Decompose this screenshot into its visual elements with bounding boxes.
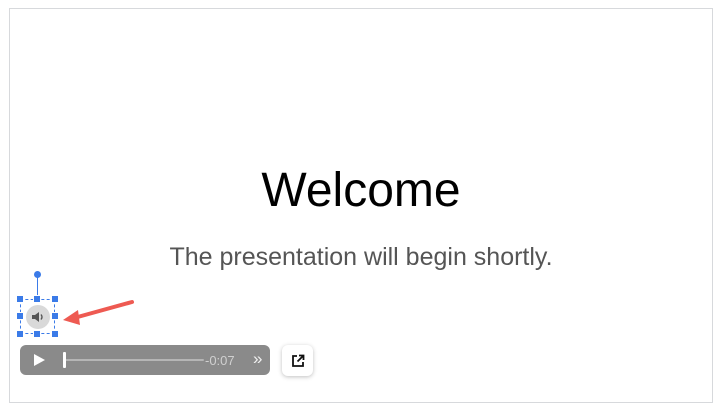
slide-canvas[interactable]: Welcome The presentation will begin shor…: [9, 8, 713, 403]
resize-handle-right[interactable]: [51, 312, 59, 320]
resize-handle-left[interactable]: [16, 312, 24, 320]
resize-handle-top-left[interactable]: [16, 295, 24, 303]
resize-handle-bottom[interactable]: [33, 330, 41, 338]
open-external-button[interactable]: [282, 345, 313, 376]
resize-handle-top[interactable]: [33, 295, 41, 303]
page: Welcome The presentation will begin shor…: [0, 0, 723, 413]
annotation-arrow-icon: [63, 300, 134, 325]
play-icon[interactable]: [34, 354, 45, 366]
slide-subtitle[interactable]: The presentation will begin shortly.: [10, 245, 712, 270]
fast-forward-icon[interactable]: »: [253, 350, 262, 367]
progress-track[interactable]: [64, 359, 204, 361]
open-external-icon: [291, 354, 304, 367]
audio-player: -0:07 »: [20, 345, 270, 375]
resize-handle-bottom-right[interactable]: [51, 330, 59, 338]
resize-handle-bottom-left[interactable]: [16, 330, 24, 338]
progress-scrubber[interactable]: [63, 352, 66, 368]
speaker-icon[interactable]: [26, 305, 50, 329]
slide-title[interactable]: Welcome: [10, 167, 712, 215]
resize-handle-top-right[interactable]: [51, 295, 59, 303]
rotation-handle[interactable]: [34, 271, 41, 278]
time-remaining: -0:07: [205, 353, 235, 368]
